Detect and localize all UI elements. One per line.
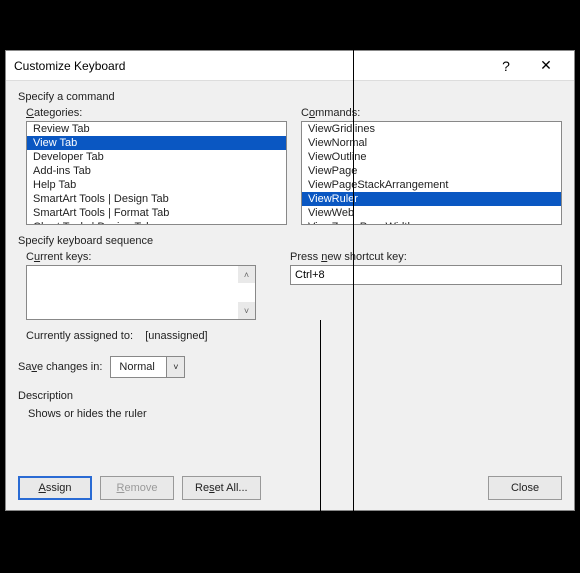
assign-button[interactable]: Assign: [18, 476, 92, 500]
list-item[interactable]: ViewRuler: [302, 192, 561, 206]
specify-sequence-label: Specify keyboard sequence: [18, 235, 562, 247]
chevron-down-icon[interactable]: ˅: [166, 357, 184, 377]
specify-command-label: Specify a command: [18, 91, 562, 103]
annotation-line-shortcut: [320, 320, 321, 573]
commands-label: Commands:: [301, 107, 562, 119]
press-new-input[interactable]: [290, 265, 562, 285]
description-text: Shows or hides the ruler: [28, 408, 562, 420]
categories-label: Categories:: [26, 107, 287, 119]
list-item[interactable]: SmartArt Tools | Format Tab: [27, 206, 286, 220]
press-new-label: Press new shortcut key:: [290, 251, 562, 263]
customize-keyboard-dialog: Customize Keyboard ? ✕ Specify a command…: [5, 50, 575, 511]
list-item[interactable]: ViewGridlines: [302, 122, 561, 136]
description-label: Description: [18, 390, 562, 402]
list-item[interactable]: Add-ins Tab: [27, 164, 286, 178]
save-changes-row: Save changes in: Normal ˅: [18, 356, 562, 378]
save-changes-label: Save changes in:: [18, 361, 102, 373]
scroll-down-icon[interactable]: ˅: [238, 302, 255, 319]
list-item[interactable]: ViewPageStackArrangement: [302, 178, 561, 192]
dialog-body: Specify a command Categories: Review Tab…: [6, 81, 574, 510]
list-item[interactable]: SmartArt Tools | Design Tab: [27, 192, 286, 206]
list-item[interactable]: View Tab: [27, 136, 286, 150]
list-item[interactable]: ViewNormal: [302, 136, 561, 150]
currently-assigned-label: Currently assigned to:: [26, 330, 133, 342]
current-keys-label: Current keys:: [26, 251, 276, 263]
scroll-up-icon[interactable]: ˄: [238, 266, 255, 283]
currently-assigned-value: [unassigned]: [145, 330, 207, 342]
list-item[interactable]: ViewZoomPageWidth: [302, 220, 561, 225]
list-item[interactable]: Chart Tools | Design Tab: [27, 220, 286, 225]
titlebar: Customize Keyboard ? ✕: [6, 51, 574, 81]
list-item[interactable]: ViewWeb: [302, 206, 561, 220]
close-button[interactable]: ✕: [526, 52, 566, 80]
save-changes-combo[interactable]: Normal ˅: [110, 356, 185, 378]
close-dialog-button[interactable]: Close: [488, 476, 562, 500]
list-item[interactable]: Developer Tab: [27, 150, 286, 164]
help-button[interactable]: ?: [486, 52, 526, 80]
button-row: Assign Remove Reset All... Close: [18, 476, 562, 500]
annotation-line-commands: [353, 0, 354, 573]
list-item[interactable]: Help Tab: [27, 178, 286, 192]
commands-listbox[interactable]: ViewGridlines ViewNormal ViewOutline Vie…: [301, 121, 562, 225]
list-item[interactable]: ViewOutline: [302, 150, 561, 164]
remove-button: Remove: [100, 476, 174, 500]
dialog-title: Customize Keyboard: [14, 59, 486, 73]
list-item[interactable]: Review Tab: [27, 122, 286, 136]
reset-all-button[interactable]: Reset All...: [182, 476, 261, 500]
save-changes-value: Normal: [111, 361, 166, 373]
currently-assigned-row: Currently assigned to: [unassigned]: [26, 330, 562, 342]
categories-listbox[interactable]: Review Tab View Tab Developer Tab Add-in…: [26, 121, 287, 225]
current-keys-box[interactable]: ˄ ˅: [26, 265, 256, 320]
list-item[interactable]: ViewPage: [302, 164, 561, 178]
